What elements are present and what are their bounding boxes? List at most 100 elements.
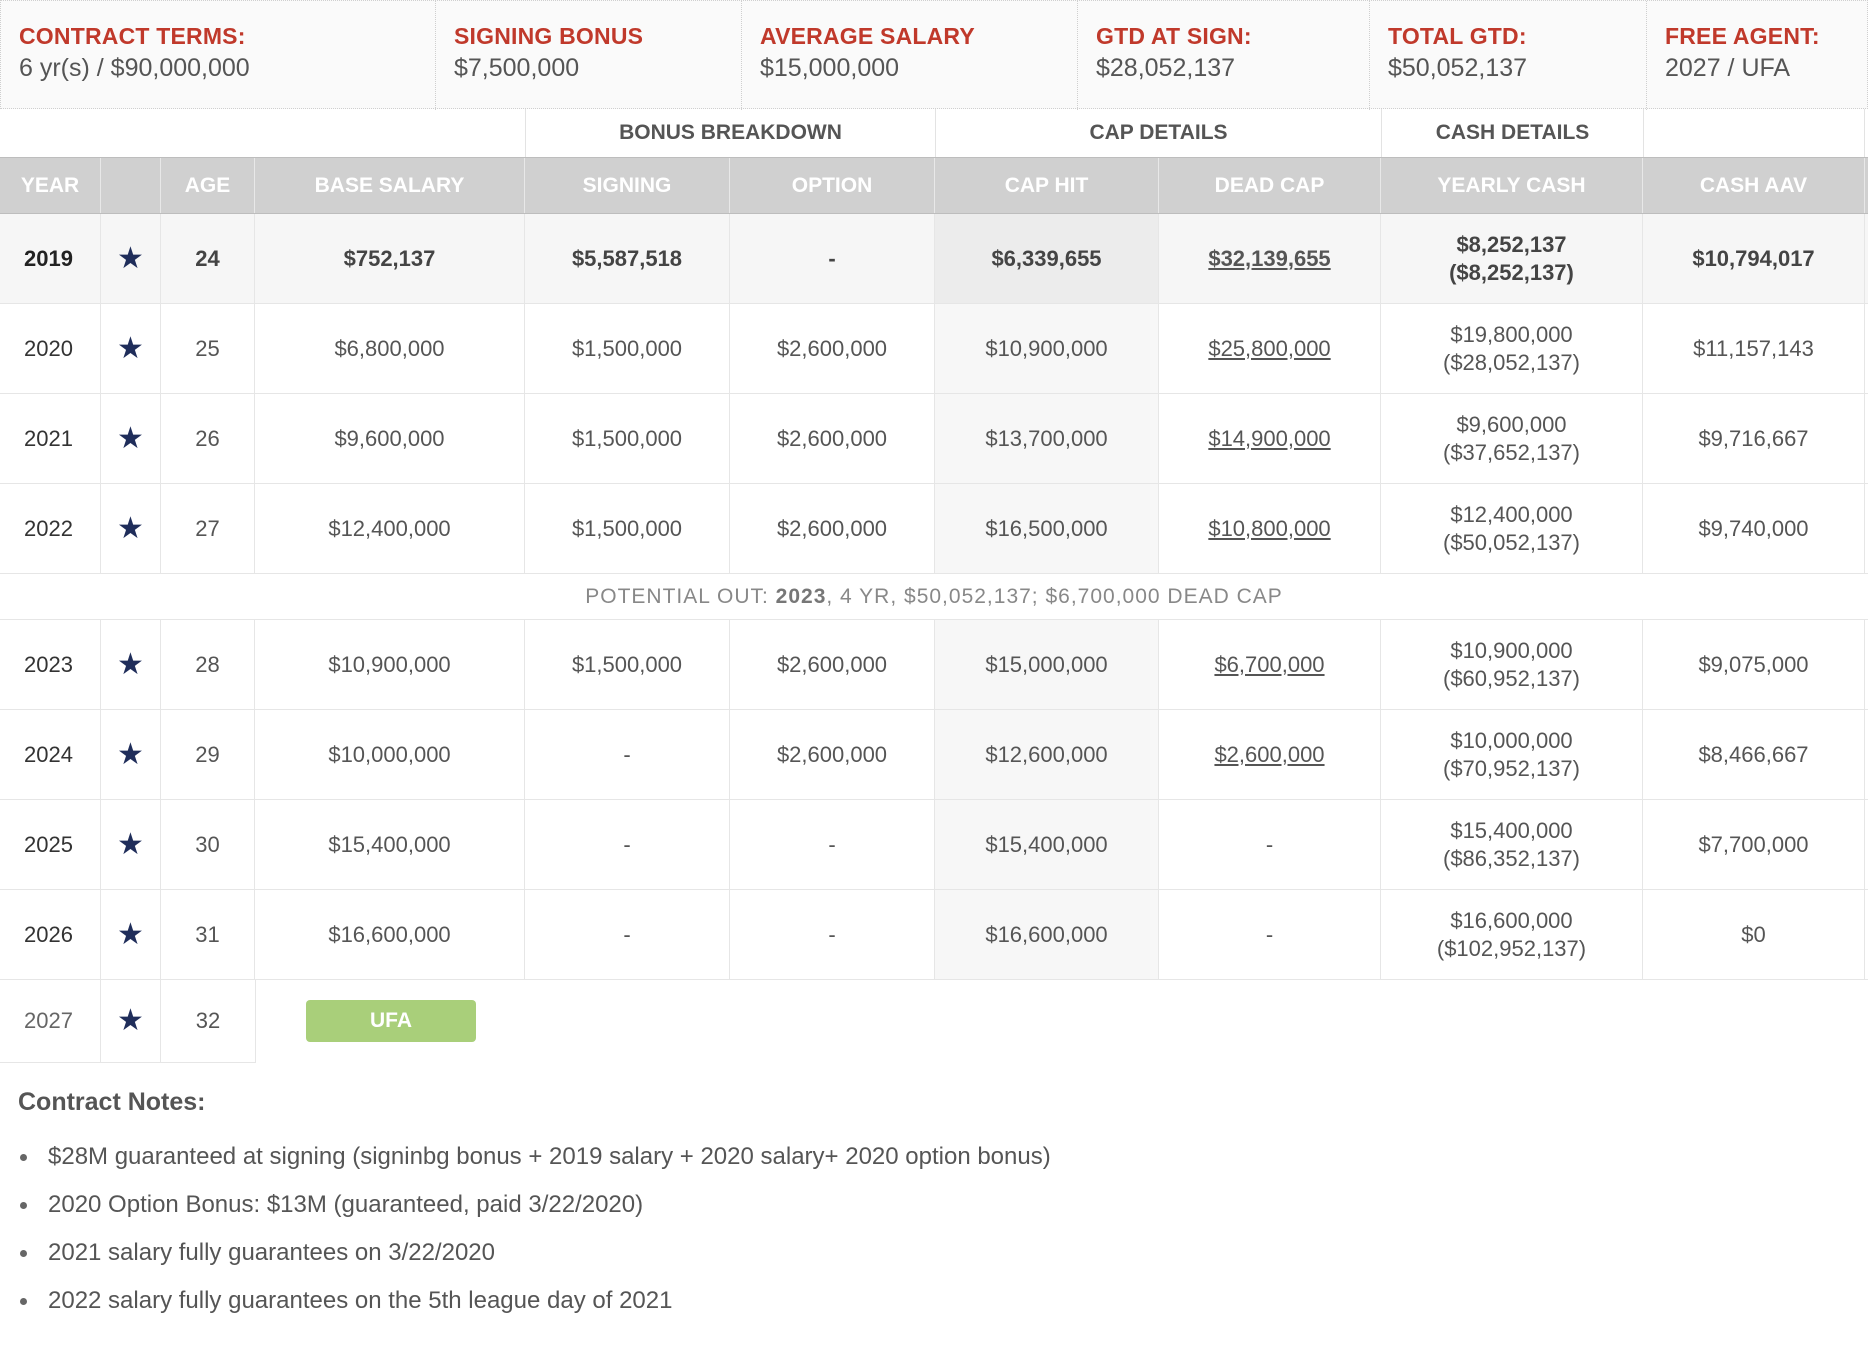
row-base-salary: $16,600,000	[255, 890, 525, 979]
yearly-cash-value: $8,252,137	[1456, 231, 1567, 257]
cumulative-cash-value: ($86,352,137)	[1443, 845, 1580, 871]
row-base-salary: $12,400,000	[255, 484, 525, 573]
row-age: 25	[161, 304, 255, 393]
row-age: 27	[161, 484, 255, 573]
dead-cap-link[interactable]: $14,900,000	[1208, 425, 1330, 453]
table-row: 2025 ★ 30 $15,400,000- - $15,400,000- $15,400,…	[0, 800, 1868, 890]
row-option-bonus: $2,600,000	[730, 394, 935, 483]
row-option-bonus: $2,600,000	[730, 710, 935, 799]
yearly-cash-value: $16,600,000	[1450, 907, 1573, 933]
col-cash-aav[interactable]: CASH AAV	[1643, 158, 1865, 213]
final-age: 32	[161, 980, 256, 1062]
star-icon: ★	[101, 620, 161, 709]
star-icon: ★	[101, 980, 161, 1062]
cumulative-cash-value: ($102,952,137)	[1436, 935, 1587, 961]
col-yearly-cash[interactable]: YEARLY CASH	[1381, 158, 1643, 213]
row-age: 26	[161, 394, 255, 483]
gtd-at-sign-label: GTD AT SIGN:	[1096, 23, 1252, 49]
row-option-bonus: -	[730, 214, 935, 303]
yearly-cash-value: $19,800,000	[1450, 321, 1573, 347]
col-dead-cap[interactable]: DEAD CAP	[1159, 158, 1381, 213]
row-base-salary: $6,800,000	[255, 304, 525, 393]
signing-bonus-label: SIGNING BONUS	[454, 23, 644, 49]
row-year: 2023	[0, 620, 101, 709]
average-salary-value: $15,000,000	[760, 54, 900, 82]
column-header-row: YEAR AGE BASE SALARY SIGNING OPTION CAP …	[0, 157, 1868, 214]
row-signing-bonus: $1,500,000	[525, 484, 730, 573]
table-row: 2026 ★ 31 $16,600,000- - $16,600,000- $16,600,…	[0, 890, 1868, 980]
row-option-bonus: -	[730, 890, 935, 979]
row-year: 2021	[0, 394, 101, 483]
potential-out-prefix: POTENTIAL OUT:	[585, 585, 776, 608]
col-base-salary[interactable]: BASE SALARY	[255, 158, 525, 213]
dead-cap-link[interactable]: $2,600,000	[1214, 741, 1324, 769]
cumulative-cash-value: ($28,052,137)	[1443, 349, 1580, 375]
contract-terms-label: CONTRACT TERMS:	[19, 23, 246, 49]
table-row: 2023 ★ 28 $10,900,000 $1,500,000 $2,600,000 $1…	[0, 620, 1868, 710]
contract-notes-list: $28M guaranteed at signing (signinbg bon…	[18, 1140, 1051, 1332]
group-cash-details: CASH DETAILS	[1381, 109, 1643, 157]
potential-out-year: 2023	[775, 585, 827, 608]
total-gtd-value: $50,052,137	[1388, 54, 1528, 82]
cumulative-cash-value: ($50,052,137)	[1443, 529, 1580, 555]
row-yearly-cash: $16,600,000 ($102,952,137)	[1381, 890, 1643, 979]
col-year[interactable]: YEAR	[0, 158, 101, 213]
row-signing-bonus: $5,587,518	[525, 214, 730, 303]
group-cap-details: CAP DETAILS	[935, 109, 1381, 157]
group-bonus-breakdown: BONUS BREAKDOWN	[525, 109, 935, 157]
summary-total-gtd: TOTAL GTD: $50,052,137	[1370, 1, 1647, 110]
yearly-cash-value: $12,400,000	[1450, 501, 1573, 527]
row-age: 28	[161, 620, 255, 709]
column-group-headers: BONUS BREAKDOWN CAP DETAILS CASH DETAILS	[0, 109, 1868, 157]
summary-average-salary: AVERAGE SALARY $15,000,000	[742, 1, 1078, 110]
col-signing[interactable]: SIGNING	[525, 158, 730, 213]
row-cash-aav: $9,740,000	[1643, 484, 1865, 573]
row-year: 2025	[0, 800, 101, 889]
star-icon: ★	[101, 890, 161, 979]
row-cap-hit: $15,400,000	[935, 800, 1159, 889]
col-age[interactable]: AGE	[161, 158, 255, 213]
row-year: 2020	[0, 304, 101, 393]
row-cap-hit: $15,000,000	[935, 620, 1159, 709]
row-cap-hit: $13,700,000	[935, 394, 1159, 483]
cumulative-cash-value: ($8,252,137)	[1449, 259, 1574, 285]
contract-note: $28M guaranteed at signing (signinbg bon…	[18, 1140, 1051, 1188]
row-base-salary: $752,137	[255, 214, 525, 303]
table-row: 2024 ★ 29 $10,000,000- $2,600,000 $12,600,000…	[0, 710, 1868, 800]
dead-cap-link[interactable]: $10,800,000	[1208, 515, 1330, 543]
star-icon: ★	[101, 214, 161, 303]
average-salary-label: AVERAGE SALARY	[760, 23, 975, 49]
star-icon: ★	[101, 394, 161, 483]
col-option[interactable]: OPTION	[730, 158, 935, 213]
contract-note: 2020 Option Bonus: $13M (guaranteed, pai…	[18, 1188, 1051, 1236]
table-row: 2022 ★ 27 $12,400,000 $1,500,000 $2,600,000 $1…	[0, 484, 1868, 574]
row-age: 24	[161, 214, 255, 303]
row-yearly-cash: $9,600,000 ($37,652,137)	[1381, 394, 1643, 483]
row-cash-aav: $9,075,000	[1643, 620, 1865, 709]
row-yearly-cash: $10,900,000 ($60,952,137)	[1381, 620, 1643, 709]
table-row: 2020 ★ 25 $6,800,000 $1,500,000 $2,600,000 $10…	[0, 304, 1868, 394]
col-cap-hit[interactable]: CAP HIT	[935, 158, 1159, 213]
summary-signing-bonus: SIGNING BONUS $7,500,000	[436, 1, 742, 110]
row-yearly-cash: $15,400,000 ($86,352,137)	[1381, 800, 1643, 889]
summary-contract-terms: CONTRACT TERMS: 6 yr(s) / $90,000,000	[1, 1, 436, 110]
row-cash-aav: $11,157,143	[1643, 304, 1865, 393]
potential-out-suffix: , 4 YR, $50,052,137; $6,700,000 DEAD CAP	[826, 585, 1283, 608]
row-dead-cap: $2,600,000	[1159, 710, 1381, 799]
row-dead-cap: $6,700,000	[1159, 620, 1381, 709]
row-yearly-cash: $8,252,137 ($8,252,137)	[1381, 214, 1643, 303]
star-icon: ★	[101, 484, 161, 573]
dead-cap-link[interactable]: $6,700,000	[1214, 651, 1324, 679]
contract-terms-value: 6 yr(s) / $90,000,000	[19, 54, 250, 82]
gtd-at-sign-value: $28,052,137	[1096, 54, 1236, 82]
total-gtd-label: TOTAL GTD:	[1388, 23, 1527, 49]
row-year: 2019	[0, 214, 101, 303]
dead-cap-link[interactable]: $32,139,655	[1208, 245, 1330, 273]
row-cap-hit: $10,900,000	[935, 304, 1159, 393]
col-team	[101, 158, 161, 213]
dead-cap-link[interactable]: $25,800,000	[1208, 335, 1330, 363]
row-dead-cap: -	[1159, 800, 1381, 889]
row-option-bonus: $2,600,000	[730, 620, 935, 709]
row-age: 30	[161, 800, 255, 889]
row-dead-cap: -	[1159, 890, 1381, 979]
